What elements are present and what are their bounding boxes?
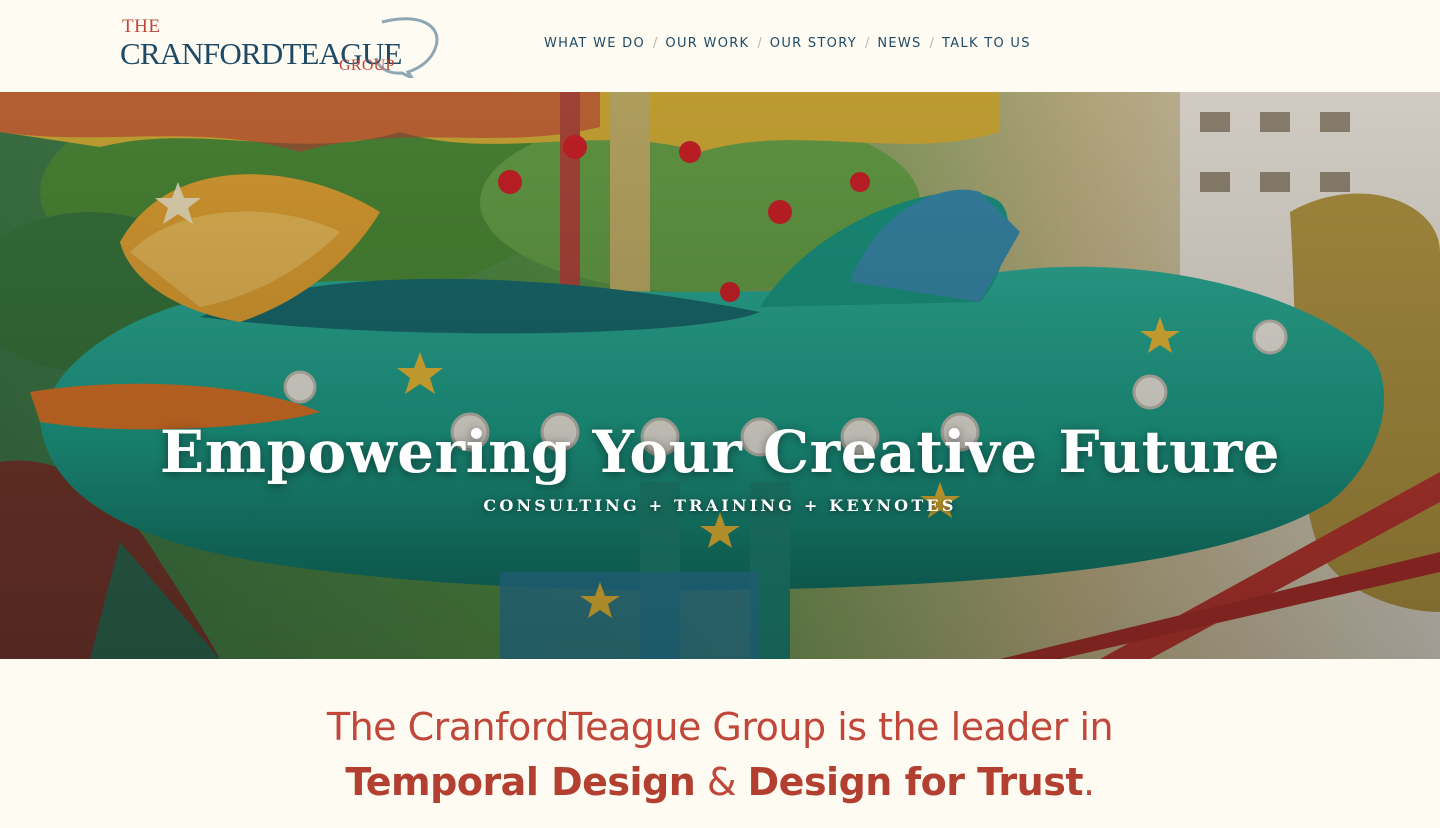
main-navigation: WHAT WE DO / OUR WORK / OUR STORY / NEWS… <box>544 36 1031 51</box>
nav-talk-to-us[interactable]: TALK TO US <box>942 36 1031 51</box>
nav-our-work[interactable]: OUR WORK <box>665 36 749 51</box>
period: . <box>1083 760 1095 804</box>
nav-our-story[interactable]: OUR STORY <box>770 36 857 51</box>
company-logo[interactable]: THE CRANFORDTEAGUE GROUP <box>120 14 440 78</box>
nav-separator: / <box>757 36 762 51</box>
intro-section: The CranfordTeague Group is the leader i… <box>0 700 1440 810</box>
intro-statement: The CranfordTeague Group is the leader i… <box>326 705 1114 749</box>
hero-title: Empowering Your Creative Future <box>159 418 1281 486</box>
ampersand: & <box>706 760 737 804</box>
specialty-design-for-trust: Design for Trust <box>747 760 1084 804</box>
logo-group-text: GROUP <box>339 57 395 74</box>
nav-separator: / <box>864 36 870 51</box>
hero-carousel-rocket-image <box>0 92 1440 659</box>
site-header: THE CRANFORDTEAGUE GROUP WHAT WE DO / OU… <box>0 0 1440 92</box>
nav-separator: / <box>653 36 658 51</box>
specialty-temporal-design: Temporal Design <box>345 760 696 804</box>
nav-what-we-do[interactable]: WHAT WE DO <box>544 36 645 51</box>
logo-the-text: THE <box>122 16 161 37</box>
nav-news[interactable]: NEWS <box>877 36 921 51</box>
nav-separator: / <box>929 36 934 51</box>
hero-subtitle: CONSULTING + TRAINING + KEYNOTES <box>483 496 957 515</box>
hero-banner: Empowering Your Creative Future CONSULTI… <box>0 92 1440 659</box>
intro-specialties: Temporal Design & Design for Trust. <box>0 754 1440 810</box>
